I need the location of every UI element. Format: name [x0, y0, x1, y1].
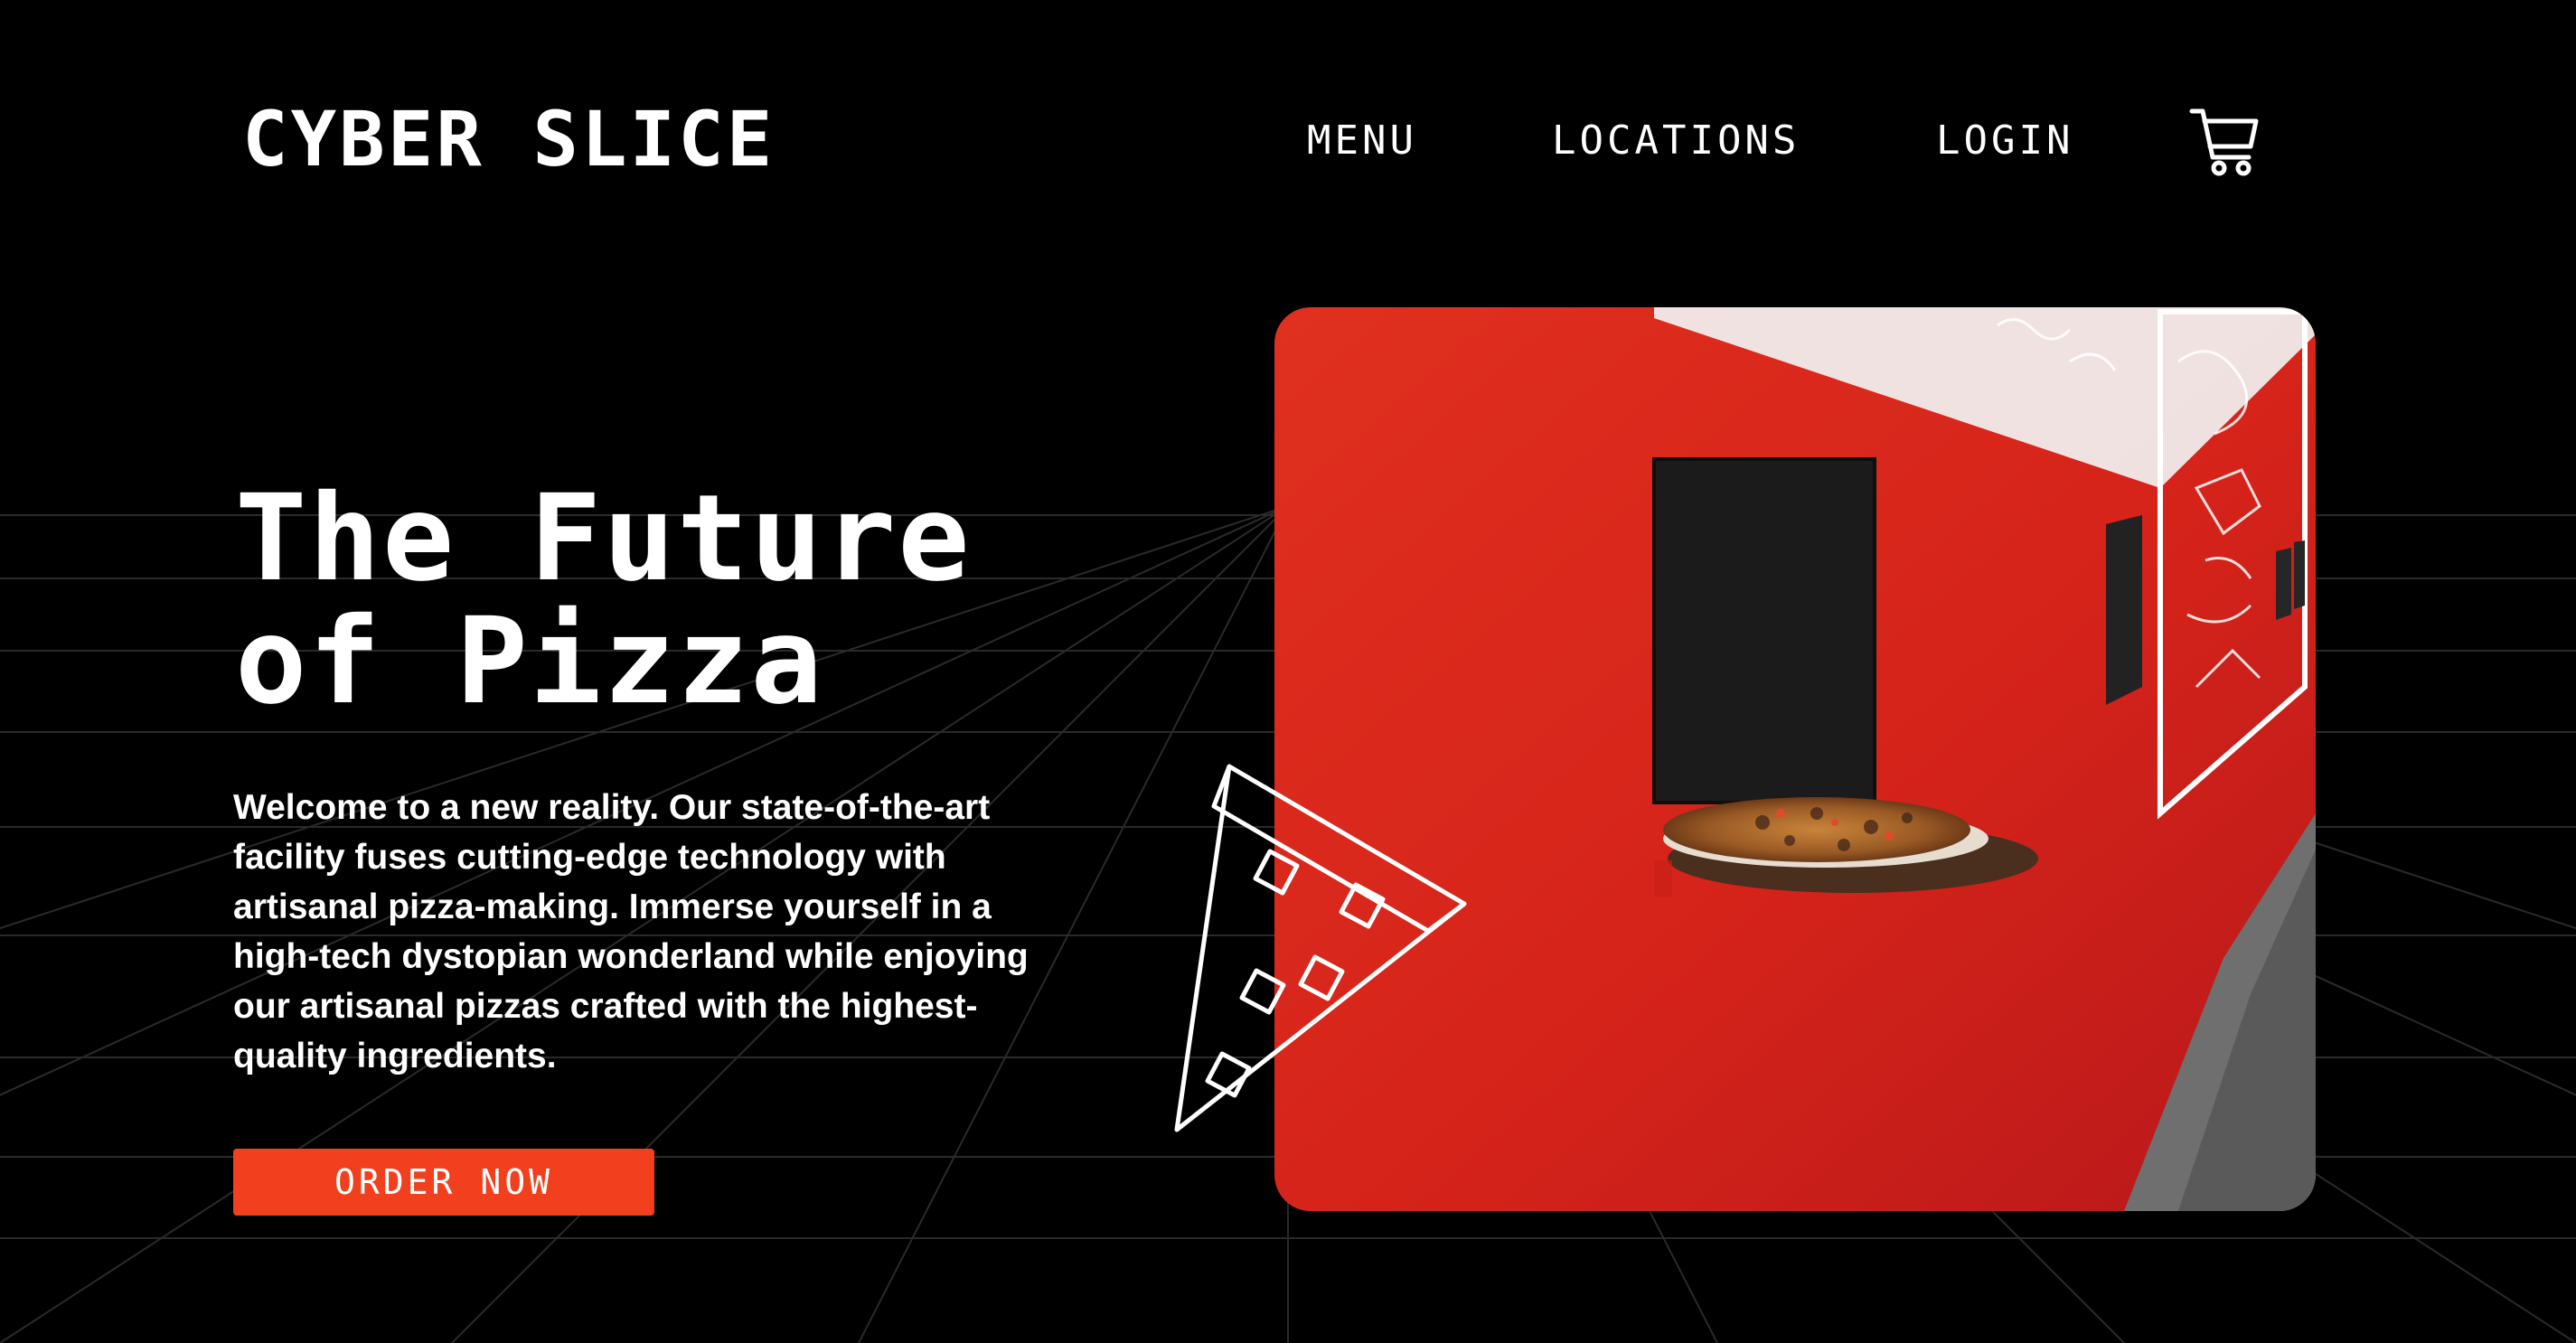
- pizza-slice-outline-icon: [1174, 764, 1467, 1132]
- nav-login-link[interactable]: LOGIN: [1936, 114, 2073, 168]
- nav-menu-link[interactable]: MENU: [1307, 114, 1417, 168]
- hero-title-line-1: The Future: [235, 469, 972, 608]
- nav-locations-link[interactable]: LOCATIONS: [1552, 114, 1800, 168]
- order-now-button[interactable]: ORDER NOW: [233, 1149, 654, 1216]
- cart-icon[interactable]: [2189, 107, 2260, 179]
- hero-description: Welcome to a new reality. Our state-of-t…: [233, 788, 1029, 1075]
- hero-title-line-2: of Pizza: [235, 592, 824, 731]
- hero-title: The Future of Pizza: [235, 477, 1139, 723]
